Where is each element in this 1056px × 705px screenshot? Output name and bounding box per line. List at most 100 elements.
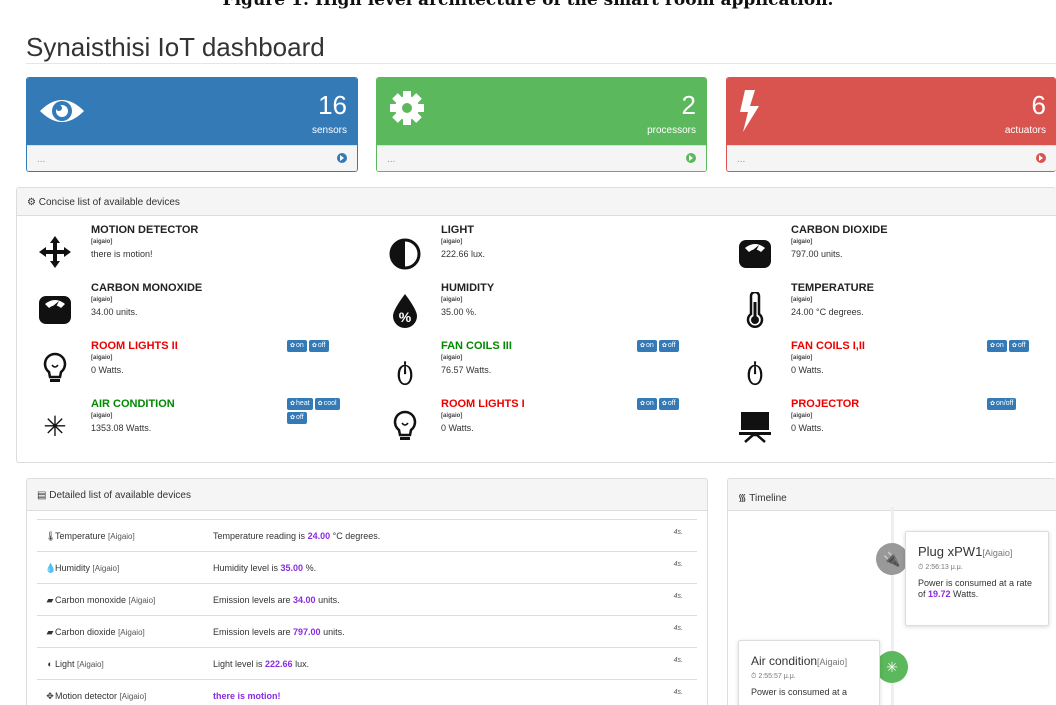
actuators-label: actuators: [1004, 125, 1046, 136]
fan-icon: ტ: [746, 355, 764, 385]
row-text: Humidity level is: [213, 563, 281, 573]
arrow-right-icon[interactable]: [1036, 153, 1046, 163]
row-unit: %.: [303, 563, 317, 573]
cool-button[interactable]: cool: [314, 398, 340, 410]
projector-icon: [739, 412, 771, 443]
row-device: Motion detector: [55, 691, 118, 701]
gauge-icon: ▰: [46, 627, 54, 637]
detailed-devices-panel: ▤ Detailed list of available devices 🌡Te…: [26, 478, 708, 705]
row-source: [Aigaio]: [119, 692, 147, 701]
off-button[interactable]: off: [308, 340, 329, 352]
off-button[interactable]: off: [658, 340, 679, 352]
row-unit: units.: [320, 627, 345, 637]
row-device: Carbon dioxide: [55, 627, 116, 637]
bolt-icon: [740, 90, 759, 132]
processors-footer[interactable]: ...: [377, 145, 706, 171]
row-text: Emission levels are: [213, 627, 294, 637]
device-motion-detector: MOTION DETECTOR [aigaio] there is motion…: [31, 224, 371, 280]
bulb-icon: [43, 352, 67, 382]
actuators-panel[interactable]: 6 actuators ...: [726, 77, 1056, 172]
on-off-button[interactable]: on/off: [987, 398, 1017, 410]
contrast-icon: [389, 238, 421, 270]
eye-icon: [40, 100, 84, 122]
snowflake-icon: ✳: [876, 651, 908, 683]
event-time: 2:56:13 μ.μ.: [925, 564, 963, 571]
plug-icon: 🔌: [876, 543, 908, 575]
device-name: CARBON MONOXIDE: [91, 282, 203, 294]
sensors-count: 16: [318, 90, 347, 120]
device-name: AIR CONDITION: [91, 398, 175, 410]
devices-icon: ⚙: [27, 197, 36, 208]
row-age: 4s.: [673, 657, 683, 664]
bulb-icon: [393, 410, 417, 440]
sensors-panel[interactable]: 16 sensors ...: [26, 77, 358, 172]
table-row: ▰ Carbon monoxide [Aigaio] Emission level…: [37, 583, 697, 615]
row-age: 4s.: [673, 689, 683, 696]
row-value: 222.66: [265, 659, 293, 669]
event-time: 2:55:57 μ.μ.: [758, 673, 796, 680]
device-carbon-monoxide: CARBON MONOXIDE [aigaio] 34.00 units.: [31, 282, 371, 338]
device-controls: on off: [987, 340, 1051, 352]
device-value: 1353.08 Watts.: [91, 423, 152, 433]
processors-footer-text: ...: [387, 154, 396, 165]
on-button[interactable]: on: [987, 340, 1007, 352]
device-fan-coils-i-ii: ტ FAN COILS I,II [aigaio] 0 Watts. on of…: [731, 340, 1056, 396]
arrow-right-icon[interactable]: [686, 153, 696, 163]
off-button[interactable]: off: [1008, 340, 1029, 352]
row-text: Light level is: [213, 659, 266, 669]
arrow-right-icon[interactable]: [337, 153, 347, 163]
device-value: 35.00 %.: [441, 307, 477, 317]
device-name: ROOM LIGHTS II: [91, 340, 178, 352]
device-value: there is motion!: [91, 249, 153, 259]
figure-caption: Figure 1: High level architecture of the…: [222, 0, 834, 10]
on-button[interactable]: on: [637, 340, 657, 352]
row-source: [Aigaio]: [128, 596, 156, 605]
off-button[interactable]: off: [658, 398, 679, 410]
device-source: [aigaio]: [441, 355, 463, 361]
arrows-icon: [39, 236, 71, 268]
row-source: [Aigaio]: [92, 564, 120, 573]
device-source: [aigaio]: [91, 413, 113, 419]
clock-icon: ⏱: [918, 564, 924, 571]
gauge-icon: [39, 296, 71, 324]
row-source: [Aigaio]: [77, 660, 104, 669]
device-controls: heat cool off: [287, 398, 351, 424]
device-value: 0 Watts.: [791, 365, 824, 375]
gauge-icon: ▰: [46, 595, 54, 605]
device-source: [aigaio]: [91, 355, 113, 361]
row-source: [Aigaio]: [108, 532, 135, 541]
actuators-footer[interactable]: ...: [727, 145, 1056, 171]
device-name: TEMPERATURE: [791, 282, 874, 294]
processors-panel[interactable]: 2 processors ...: [376, 77, 707, 172]
row-text: Temperature reading is: [213, 531, 308, 541]
actuators-count: 6: [1031, 90, 1046, 120]
device-room-lights-i: ROOM LIGHTS I [aigaio] 0 Watts. on off: [381, 398, 721, 454]
sensors-footer[interactable]: ...: [27, 145, 357, 171]
device-value: 0 Watts.: [91, 365, 124, 375]
device-source: [aigaio]: [441, 239, 463, 245]
table-row: ✥Motion detector [Aigaio] there is motio…: [37, 679, 697, 705]
device-name: LIGHT: [441, 224, 474, 236]
device-name: FAN COILS III: [441, 340, 512, 352]
device-humidity: % HUMIDITY [aigaio] 35.00 %.: [381, 282, 721, 338]
heat-button[interactable]: heat: [287, 398, 313, 410]
percent-drop-icon: %: [393, 294, 417, 328]
device-source: [aigaio]: [791, 413, 813, 419]
row-text: Emission levels are: [213, 595, 294, 605]
on-button[interactable]: on: [637, 398, 657, 410]
event-source: [Aigaio]: [982, 548, 1013, 558]
device-source: [aigaio]: [441, 413, 463, 419]
device-source: [aigaio]: [441, 297, 463, 303]
device-controls: on off: [637, 398, 701, 410]
detailed-panel-title: Detailed list of available devices: [49, 490, 191, 501]
row-value: 24.00: [307, 531, 331, 541]
row-age: 4s.: [673, 529, 683, 536]
fan-icon: ტ: [396, 355, 414, 385]
table-row: ▰ Carbon dioxide [Aigaio] Emission levels…: [37, 615, 697, 647]
off-button[interactable]: off: [287, 412, 307, 424]
actuators-footer-text: ...: [737, 154, 746, 165]
timeline-event: Air condition[Aigaio] ⏱ 2:55:57 μ.μ. Pow…: [738, 640, 880, 705]
on-button[interactable]: on: [287, 340, 307, 352]
device-value: 24.00 °C degrees.: [791, 307, 864, 317]
list-icon: ▤: [37, 490, 47, 501]
